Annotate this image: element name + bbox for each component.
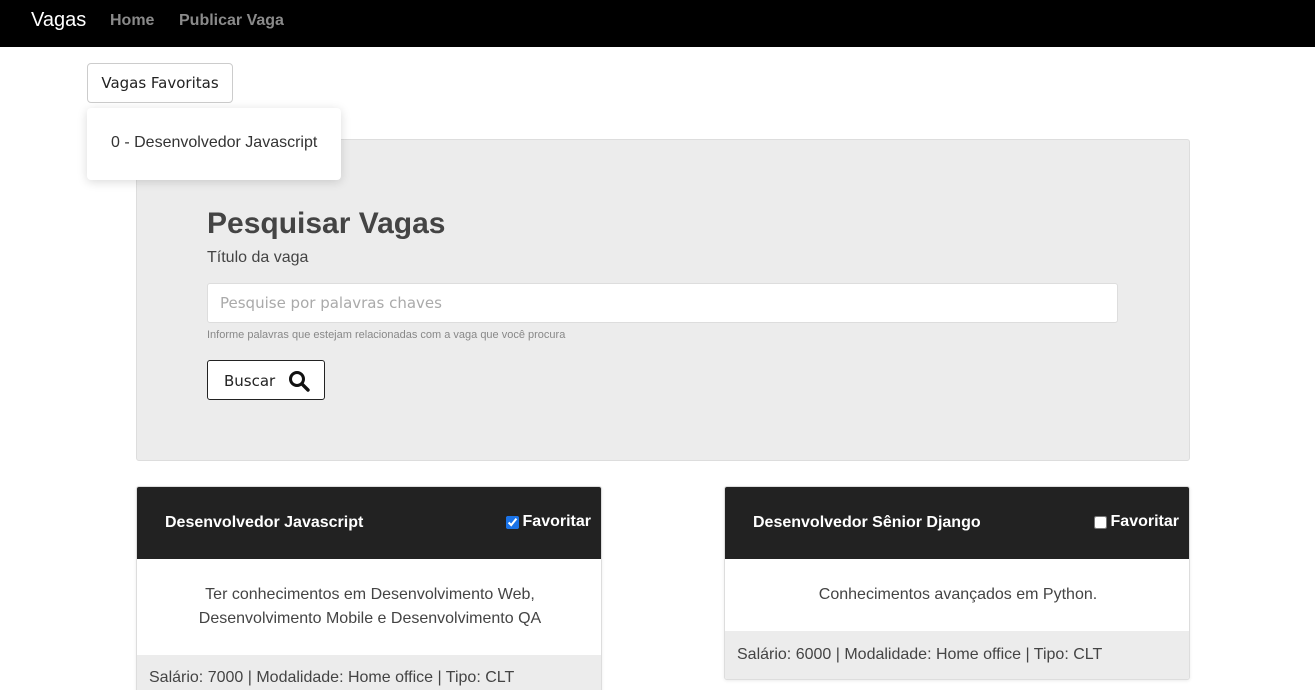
job-description: Ter conhecimentos em Desenvolvimento Web… <box>198 586 542 627</box>
favorite-toggle[interactable]: Favoritar <box>1093 513 1179 531</box>
job-description: Conhecimentos avançados em Python. <box>818 586 1098 603</box>
search-icon <box>289 371 310 392</box>
job-card-header: Desenvolvedor Javascript Favoritar <box>137 487 601 559</box>
favorite-checkbox[interactable] <box>505 515 519 529</box>
favorites-menu-item[interactable]: 0 - Desenvolvedor Javascript <box>111 134 317 152</box>
top-navbar: Vagas Home Publicar Vaga <box>0 0 1315 47</box>
search-input[interactable] <box>207 283 1118 323</box>
search-help-text: Informe palavras que estejam relacionada… <box>207 329 566 341</box>
favorite-checkbox[interactable] <box>1093 515 1107 529</box>
nav-link-home[interactable]: Home <box>110 12 154 30</box>
favorite-label: Favoritar <box>522 513 591 530</box>
nav-link-publicar-vaga[interactable]: Publicar Vaga <box>179 12 284 30</box>
favorites-dropdown-button[interactable]: Vagas Favoritas <box>87 63 233 103</box>
favorites-dropdown-menu: 0 - Desenvolvedor Javascript <box>87 108 341 180</box>
search-button-label: Buscar <box>224 372 276 390</box>
search-panel: Pesquisar Vagas Título da vaga Informe p… <box>136 139 1190 461</box>
job-details: Salário: 7000 | Modalidade: Home office … <box>137 655 601 690</box>
navbar-brand[interactable]: Vagas <box>31 9 86 32</box>
search-field-label: Título da vaga <box>207 249 309 266</box>
job-card-header: Desenvolvedor Sênior Django Favoritar <box>725 487 1189 559</box>
job-title: Desenvolvedor Sênior Django <box>753 514 981 531</box>
job-card: Desenvolvedor Sênior Django Favoritar Co… <box>724 486 1190 680</box>
search-button[interactable]: Buscar <box>207 360 325 400</box>
job-card: Desenvolvedor Javascript Favoritar Ter c… <box>136 486 602 690</box>
job-title: Desenvolvedor Javascript <box>165 514 364 531</box>
job-details: Salário: 6000 | Modalidade: Home office … <box>725 631 1189 679</box>
favorite-label: Favoritar <box>1110 513 1179 530</box>
favorite-toggle[interactable]: Favoritar <box>505 513 591 531</box>
search-title: Pesquisar Vagas <box>207 207 446 240</box>
